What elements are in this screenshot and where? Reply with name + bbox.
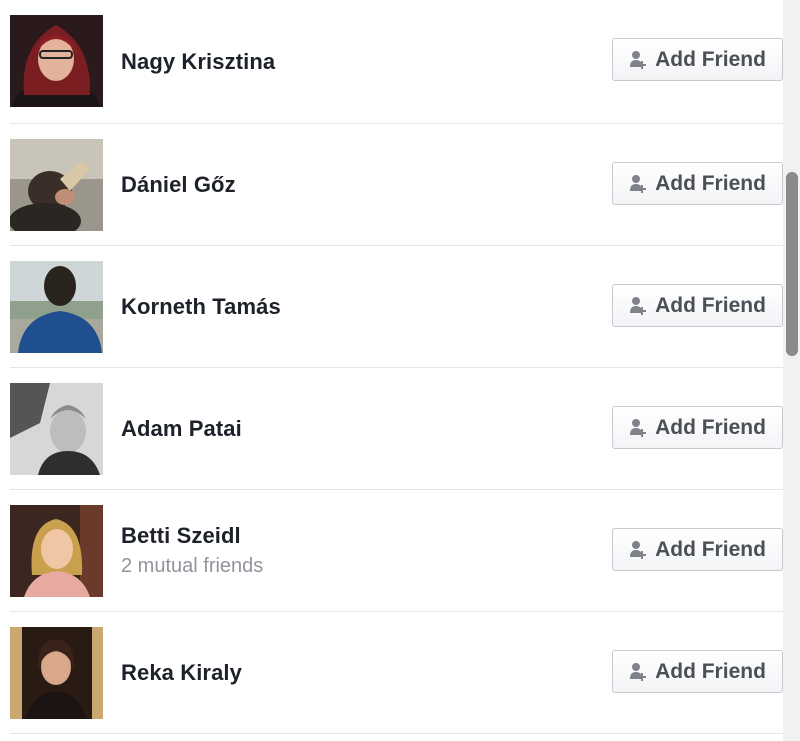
suggestion-info: Dániel Gőz (121, 124, 236, 245)
avatar[interactable] (10, 383, 103, 475)
mutual-friends-count[interactable]: 2 mutual friends (121, 555, 263, 578)
list-item: Dániel Gőz Add Friend (10, 124, 783, 246)
friend-suggestion-list: Nagy Krisztina Add Friend Dániel Gőz Add… (10, 0, 783, 734)
avatar[interactable] (10, 15, 103, 107)
add-friend-label: Add Friend (655, 293, 766, 317)
suggestion-info: Betti Szeidl 2 mutual friends (121, 490, 263, 611)
suggestion-info: Reka Kiraly (121, 612, 242, 733)
person-name[interactable]: Reka Kiraly (121, 660, 242, 686)
add-friend-icon (629, 174, 647, 194)
add-friend-button[interactable]: Add Friend (612, 406, 783, 449)
scrollbar-thumb[interactable] (786, 172, 798, 356)
avatar[interactable] (10, 505, 103, 597)
list-item: Betti Szeidl 2 mutual friends Add Friend (10, 490, 783, 612)
list-item: Adam Patai Add Friend (10, 368, 783, 490)
add-friend-label: Add Friend (655, 171, 766, 195)
add-friend-button[interactable]: Add Friend (612, 38, 783, 81)
add-friend-icon (629, 296, 647, 316)
friend-suggestions-page: Nagy Krisztina Add Friend Dániel Gőz Add… (0, 0, 800, 741)
list-item: Reka Kiraly Add Friend (10, 612, 783, 734)
person-name[interactable]: Dániel Gőz (121, 172, 236, 198)
vertical-scrollbar[interactable] (783, 0, 800, 741)
add-friend-icon (629, 418, 647, 438)
add-friend-label: Add Friend (655, 47, 766, 71)
person-name[interactable]: Betti Szeidl (121, 523, 263, 549)
add-friend-label: Add Friend (655, 415, 766, 439)
suggestion-info: Nagy Krisztina (121, 0, 275, 123)
avatar[interactable] (10, 627, 103, 719)
list-item: Korneth Tamás Add Friend (10, 246, 783, 368)
add-friend-button[interactable]: Add Friend (612, 162, 783, 205)
add-friend-button[interactable]: Add Friend (612, 528, 783, 571)
add-friend-icon (629, 662, 647, 682)
person-name[interactable]: Nagy Krisztina (121, 49, 275, 75)
suggestion-info: Korneth Tamás (121, 246, 281, 367)
avatar[interactable] (10, 261, 103, 353)
add-friend-label: Add Friend (655, 659, 766, 683)
avatar[interactable] (10, 139, 103, 231)
add-friend-label: Add Friend (655, 537, 766, 561)
add-friend-button[interactable]: Add Friend (612, 650, 783, 693)
add-friend-icon (629, 50, 647, 70)
add-friend-button[interactable]: Add Friend (612, 284, 783, 327)
suggestion-info: Adam Patai (121, 368, 242, 489)
person-name[interactable]: Adam Patai (121, 416, 242, 442)
add-friend-icon (629, 540, 647, 560)
person-name[interactable]: Korneth Tamás (121, 294, 281, 320)
list-item: Nagy Krisztina Add Friend (10, 0, 783, 124)
